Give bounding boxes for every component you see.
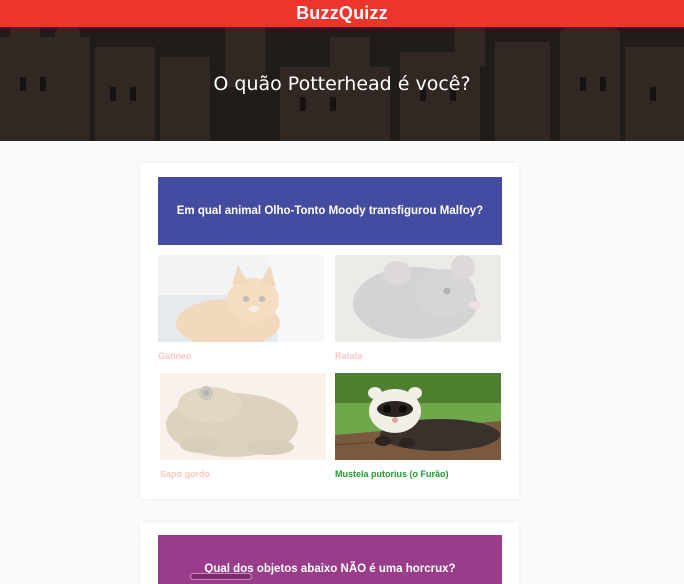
quiz-banner: O quão Potterhead é você?	[0, 27, 684, 141]
rat-image	[335, 255, 501, 342]
answer-option-gatineo[interactable]: Gatineo	[158, 255, 324, 361]
top-bar: BuzzQuizz	[0, 0, 684, 27]
answer-option-furao[interactable]: Mustela putorius (o Furão)	[335, 373, 501, 479]
answer-label: Ratata	[335, 351, 363, 361]
app-brand[interactable]: BuzzQuizz	[296, 3, 388, 24]
ferret-image	[335, 373, 501, 460]
answer-label: Mustela putorius (o Furão)	[335, 469, 449, 479]
question-title: Em qual animal Olho-Tonto Moody transfig…	[158, 177, 502, 245]
answer-option-ratata[interactable]: Ratata	[335, 255, 501, 361]
toad-image	[160, 373, 326, 460]
answer-label: Sapo gordo	[160, 469, 210, 479]
question-card: Em qual animal Olho-Tonto Moody transfig…	[140, 163, 519, 499]
answer-label: Gatineo	[158, 351, 192, 361]
scroll-indicator[interactable]	[190, 573, 252, 580]
cat-image	[158, 255, 324, 342]
quiz-title: O quão Potterhead é você?	[213, 73, 471, 95]
answer-option-sapo-gordo[interactable]: Sapo gordo	[160, 373, 326, 479]
